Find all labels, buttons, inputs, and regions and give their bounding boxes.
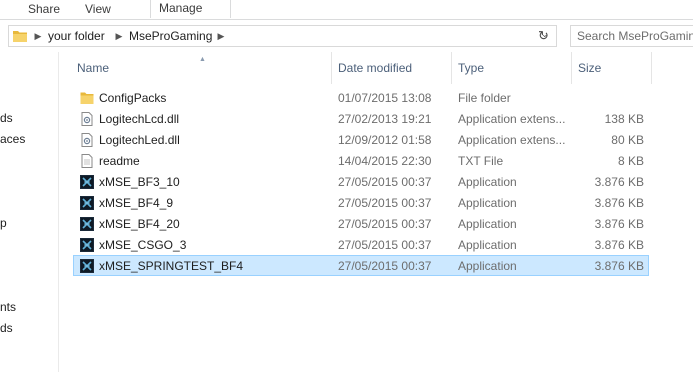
file-size: 3.876 KB — [594, 217, 644, 231]
app-icon — [80, 217, 94, 231]
file-size: 138 KB — [604, 112, 644, 126]
navigation-pane: ds aces p nts ds — [0, 52, 59, 372]
tab-view[interactable]: View — [77, 1, 119, 17]
app-icon — [80, 259, 94, 273]
chevron-right-icon[interactable]: ▶ — [216, 30, 226, 42]
nav-item[interactable]: ds — [0, 110, 13, 126]
ribbon-tabs: Share View Manage — [0, 0, 693, 20]
file-type: Application — [458, 238, 517, 252]
file-type: Application — [458, 196, 517, 210]
file-row[interactable]: readme 14/04/2015 22:30 TXT File 8 KB — [73, 150, 649, 171]
search-input[interactable] — [577, 29, 693, 43]
chevron-right-icon[interactable]: ▶ — [114, 30, 124, 42]
dll-file-icon — [80, 133, 94, 147]
file-row[interactable]: xMSE_CSGO_3 27/05/2015 00:37 Application 3.… — [73, 234, 649, 255]
file-type: Application — [458, 259, 517, 273]
file-row[interactable]: LogitechLcd.dll 27/02/2013 19:21 Applicati… — [73, 108, 649, 129]
file-row[interactable]: ConfigPacks 01/07/2015 13:08 File folder — [73, 87, 649, 108]
file-size: 3.876 KB — [594, 196, 644, 210]
file-type: File folder — [458, 91, 511, 105]
column-headers: Name Date modified Type Size — [59, 52, 693, 84]
file-type: Application — [458, 217, 517, 231]
file-date-modified: 01/07/2015 13:08 — [338, 91, 432, 105]
column-header-type[interactable]: Type — [452, 52, 572, 84]
file-size: 80 KB — [611, 133, 644, 147]
file-name: LogitechLcd.dll — [99, 112, 180, 126]
column-header-size[interactable]: Size — [572, 52, 652, 84]
file-row[interactable]: xMSE_SPRINGTEST_BF4 27/05/2015 00:37 Appli… — [73, 255, 649, 276]
dll-file-icon — [80, 112, 94, 126]
app-icon — [80, 196, 94, 210]
search-box[interactable] — [570, 25, 693, 47]
refresh-icon: ↻ — [538, 28, 549, 43]
file-type: Application — [458, 175, 517, 189]
address-bar[interactable]: ▶ your folder ▶ MseProGaming ▶ ⌄ — [8, 25, 557, 47]
file-date-modified: 27/05/2015 00:37 — [338, 175, 432, 189]
file-name: ConfigPacks — [99, 91, 167, 105]
file-size: 8 KB — [617, 154, 644, 168]
app-icon — [80, 175, 94, 189]
file-name: LogitechLed.dll — [99, 133, 180, 147]
file-type: Application extens... — [458, 112, 566, 126]
nav-item[interactable]: p — [0, 215, 7, 231]
nav-item[interactable]: ds — [0, 320, 13, 336]
breadcrumb-your-folder[interactable]: your folder — [48, 29, 105, 44]
breadcrumb-mseprogaming[interactable]: MseProGaming — [129, 29, 212, 44]
chevron-right-icon[interactable]: ▶ — [33, 30, 43, 42]
file-date-modified: 27/05/2015 00:37 — [338, 238, 432, 252]
file-date-modified: 27/05/2015 00:37 — [338, 259, 432, 273]
file-size: 3.876 KB — [594, 259, 644, 273]
file-row[interactable]: LogitechLed.dll 12/09/2012 01:58 Applicati… — [73, 129, 649, 150]
file-name: xMSE_BF3_10 — [99, 175, 180, 189]
file-name: xMSE_BF4_20 — [99, 217, 180, 231]
file-name: readme — [99, 154, 140, 168]
file-type: Application extens... — [458, 133, 566, 147]
file-row[interactable]: xMSE_BF4_9 27/05/2015 00:37 Application 3.8… — [73, 192, 649, 213]
file-date-modified: 27/05/2015 00:37 — [338, 196, 432, 210]
file-name: xMSE_BF4_9 — [99, 196, 174, 210]
sort-ascending-icon: ▲ — [199, 56, 206, 63]
file-date-modified: 12/09/2012 01:58 — [338, 133, 432, 147]
text-file-icon — [80, 154, 94, 168]
file-name: xMSE_CSGO_3 — [99, 238, 187, 252]
file-type: TXT File — [458, 154, 504, 168]
tab-share[interactable]: Share — [20, 1, 68, 17]
folder-icon — [13, 31, 27, 42]
file-date-modified: 27/05/2015 00:37 — [338, 217, 432, 231]
file-size: 3.876 KB — [594, 238, 644, 252]
tab-manage[interactable]: Manage — [150, 0, 232, 18]
app-icon — [80, 238, 94, 252]
file-row[interactable]: xMSE_BF4_20 27/05/2015 00:37 Application 3.… — [73, 213, 649, 234]
file-date-modified: 14/04/2015 22:30 — [338, 154, 432, 168]
file-row[interactable]: xMSE_BF3_10 27/05/2015 00:37 Application 3.… — [73, 171, 649, 192]
folder-icon — [80, 91, 94, 105]
file-name: xMSE_SPRINGTEST_BF4 — [99, 259, 244, 273]
file-date-modified: 27/02/2013 19:21 — [338, 112, 432, 126]
file-size: 3.876 KB — [594, 175, 644, 189]
refresh-button[interactable]: ↻ — [532, 25, 557, 47]
nav-item[interactable]: aces — [0, 131, 25, 147]
column-header-date-modified[interactable]: Date modified — [332, 52, 452, 84]
nav-item[interactable]: nts — [0, 299, 16, 315]
